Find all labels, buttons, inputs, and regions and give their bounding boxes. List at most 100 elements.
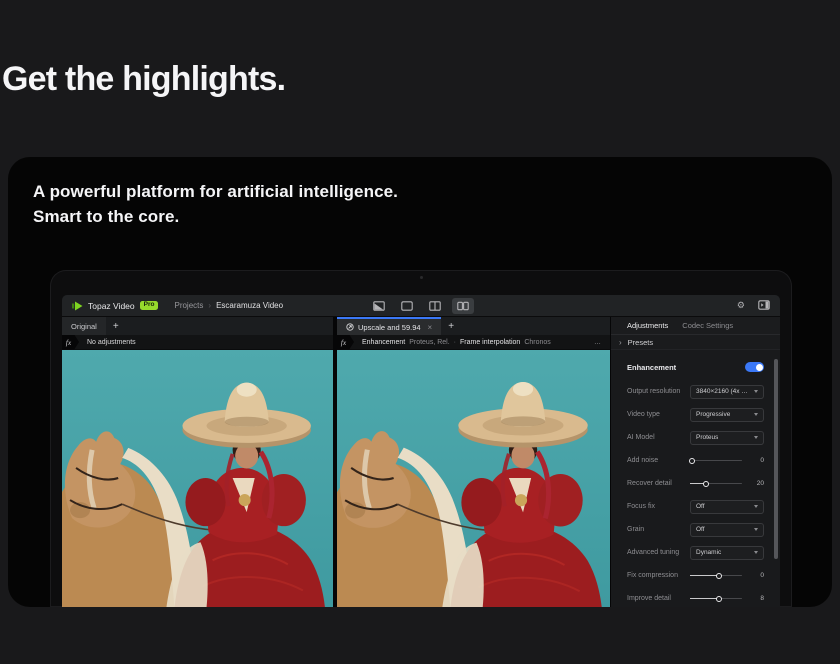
control-row-improve-detail: Improve detail 8 bbox=[611, 587, 780, 607]
enhancement-label: Enhancement bbox=[627, 363, 676, 372]
app-brand: Topaz Video Pro bbox=[72, 301, 158, 311]
presets-label: Presets bbox=[628, 338, 653, 347]
chevron-down-icon bbox=[754, 413, 758, 416]
select-value: Proteus bbox=[696, 434, 718, 441]
original-video-preview[interactable] bbox=[62, 350, 333, 607]
breadcrumb-projects[interactable]: Projects bbox=[174, 301, 203, 310]
control-label: Add noise bbox=[627, 457, 658, 464]
tab-original-label: Original bbox=[71, 322, 97, 331]
chevron-down-icon bbox=[754, 528, 758, 531]
breadcrumb: Projects › Escaramuza Video bbox=[174, 301, 283, 310]
tab-codec-settings[interactable]: Codec Settings bbox=[682, 321, 733, 330]
upscale-pane: Upscale and 59.94 × + fx EnhancementProt… bbox=[337, 317, 610, 607]
select-value: Progressive bbox=[696, 411, 730, 418]
card-heading-line-2: Smart to the core. bbox=[33, 204, 398, 229]
grain-select[interactable]: Off bbox=[690, 523, 764, 537]
control-row-advanced-tuning: Advanced tuning Dynamic bbox=[611, 541, 780, 564]
control-label: Fix compression bbox=[627, 572, 678, 579]
fix-compression-slider[interactable]: 0 bbox=[690, 572, 764, 579]
fx-badge-icon: fx bbox=[62, 335, 79, 350]
filter-name-enhancement[interactable]: Enhancement bbox=[362, 339, 405, 346]
single-view-icon[interactable] bbox=[396, 298, 418, 314]
control-row-output-resolution: Output resolution 3840×2160 (4x … bbox=[611, 380, 780, 403]
tab-upscale-label: Upscale and 59.94 bbox=[358, 323, 421, 332]
left-filterbar: fx No adjustments bbox=[62, 335, 333, 350]
advanced-tuning-select[interactable]: Dynamic bbox=[690, 546, 764, 560]
no-adjustments-status: No adjustments bbox=[87, 339, 136, 346]
slider-fill bbox=[690, 575, 719, 577]
sidebar-controls: Output resolution 3840×2160 (4x … Video ty… bbox=[611, 380, 780, 607]
control-row-grain: Grain Off bbox=[611, 518, 780, 541]
control-label: AI Model bbox=[627, 434, 655, 441]
applied-filters: EnhancementProteus, Rel.·Frame interpola… bbox=[362, 339, 551, 346]
camera-dot bbox=[420, 276, 423, 279]
control-row-recover-detail: Recover detail20 bbox=[611, 472, 780, 495]
compare-diagonal-view-icon[interactable] bbox=[368, 298, 390, 314]
tab-adjustments[interactable]: Adjustments bbox=[627, 321, 668, 330]
control-row-ai-model: AI Model Proteus bbox=[611, 426, 780, 449]
filter-separator: · bbox=[454, 339, 456, 346]
card-heading: A powerful platform for artificial intel… bbox=[33, 179, 398, 229]
more-options-icon[interactable]: … bbox=[594, 339, 602, 346]
slider-value: 20 bbox=[754, 480, 764, 487]
presets-row[interactable]: › Presets bbox=[611, 335, 780, 350]
slider-track[interactable] bbox=[690, 460, 742, 462]
toggle-knob bbox=[756, 364, 763, 371]
focus-fix-select[interactable]: Off bbox=[690, 500, 764, 514]
video-type-select[interactable]: Progressive bbox=[690, 408, 764, 422]
brand-name: Topaz Video bbox=[88, 301, 135, 311]
side-by-side-view-icon[interactable] bbox=[452, 298, 474, 314]
close-tab-icon[interactable]: × bbox=[428, 323, 433, 332]
new-tab-button-right[interactable]: + bbox=[441, 317, 461, 335]
improve-detail-slider[interactable]: 8 bbox=[690, 595, 764, 602]
slider-knob[interactable] bbox=[716, 596, 722, 602]
right-sidebar: Adjustments Codec Settings › Presets Enh… bbox=[610, 317, 780, 607]
fx-glyph: fx bbox=[66, 338, 75, 347]
control-label: Video type bbox=[627, 411, 660, 418]
right-filterbar: fx EnhancementProteus, Rel.·Frame interp… bbox=[337, 335, 610, 350]
control-row-add-noise: Add noise 0 bbox=[611, 449, 780, 472]
tab-original[interactable]: Original bbox=[62, 317, 106, 335]
split-view-icon[interactable] bbox=[424, 298, 446, 314]
select-value: Dynamic bbox=[696, 549, 721, 556]
settings-gear-icon[interactable]: ⚙ bbox=[737, 301, 745, 310]
slider-value: 8 bbox=[754, 595, 764, 602]
slider-track[interactable] bbox=[690, 575, 742, 577]
laptop-frame: Topaz Video Pro Projects › Escaramuza Vi… bbox=[50, 270, 792, 607]
add-noise-slider[interactable]: 0 bbox=[690, 457, 764, 464]
slider-knob[interactable] bbox=[703, 481, 709, 487]
fx-glyph: fx bbox=[341, 338, 350, 347]
sidebar-scrollbar[interactable] bbox=[774, 359, 778, 559]
control-row-focus-fix: Focus fix Off bbox=[611, 495, 780, 518]
slider-track[interactable] bbox=[690, 598, 742, 600]
app-main: Original + fx No adjustments bbox=[62, 317, 780, 607]
card-heading-line-1: A powerful platform for artificial intel… bbox=[33, 179, 398, 204]
ai-model-select[interactable]: Proteus bbox=[690, 431, 764, 445]
select-value: Off bbox=[696, 503, 705, 510]
chevron-down-icon bbox=[754, 390, 758, 393]
control-label: Improve detail bbox=[627, 595, 671, 602]
control-label: Focus fix bbox=[627, 503, 655, 510]
recover-detail-slider[interactable]: 20 bbox=[690, 480, 764, 487]
control-row-fix-compression: Fix compression 0 bbox=[611, 564, 780, 587]
control-label: Advanced tuning bbox=[627, 549, 679, 556]
enhancement-row: Enhancement bbox=[611, 354, 780, 380]
filter-name-frame-interpolation[interactable]: Frame interpolation bbox=[460, 339, 520, 346]
upscaled-video-preview[interactable] bbox=[337, 350, 610, 607]
control-label: Output resolution bbox=[627, 388, 680, 395]
new-tab-button-left[interactable]: + bbox=[106, 317, 126, 335]
fx-badge-icon: fx bbox=[337, 335, 354, 350]
output-resolution-select[interactable]: 3840×2160 (4x … bbox=[690, 385, 764, 399]
toggle-right-panel-icon[interactable] bbox=[758, 300, 770, 312]
select-value: 3840×2160 (4x … bbox=[696, 388, 748, 395]
slider-knob[interactable] bbox=[716, 573, 722, 579]
tab-upscale[interactable]: Upscale and 59.94 × bbox=[337, 317, 441, 335]
app-topbar: Topaz Video Pro Projects › Escaramuza Vi… bbox=[62, 295, 780, 317]
view-mode-switcher bbox=[368, 295, 474, 317]
breadcrumb-separator-icon: › bbox=[208, 301, 211, 310]
pro-badge: Pro bbox=[140, 301, 159, 311]
slider-track[interactable] bbox=[690, 483, 742, 485]
control-label: Grain bbox=[627, 526, 644, 533]
enhancement-toggle[interactable] bbox=[745, 362, 764, 372]
slider-knob[interactable] bbox=[689, 458, 695, 464]
